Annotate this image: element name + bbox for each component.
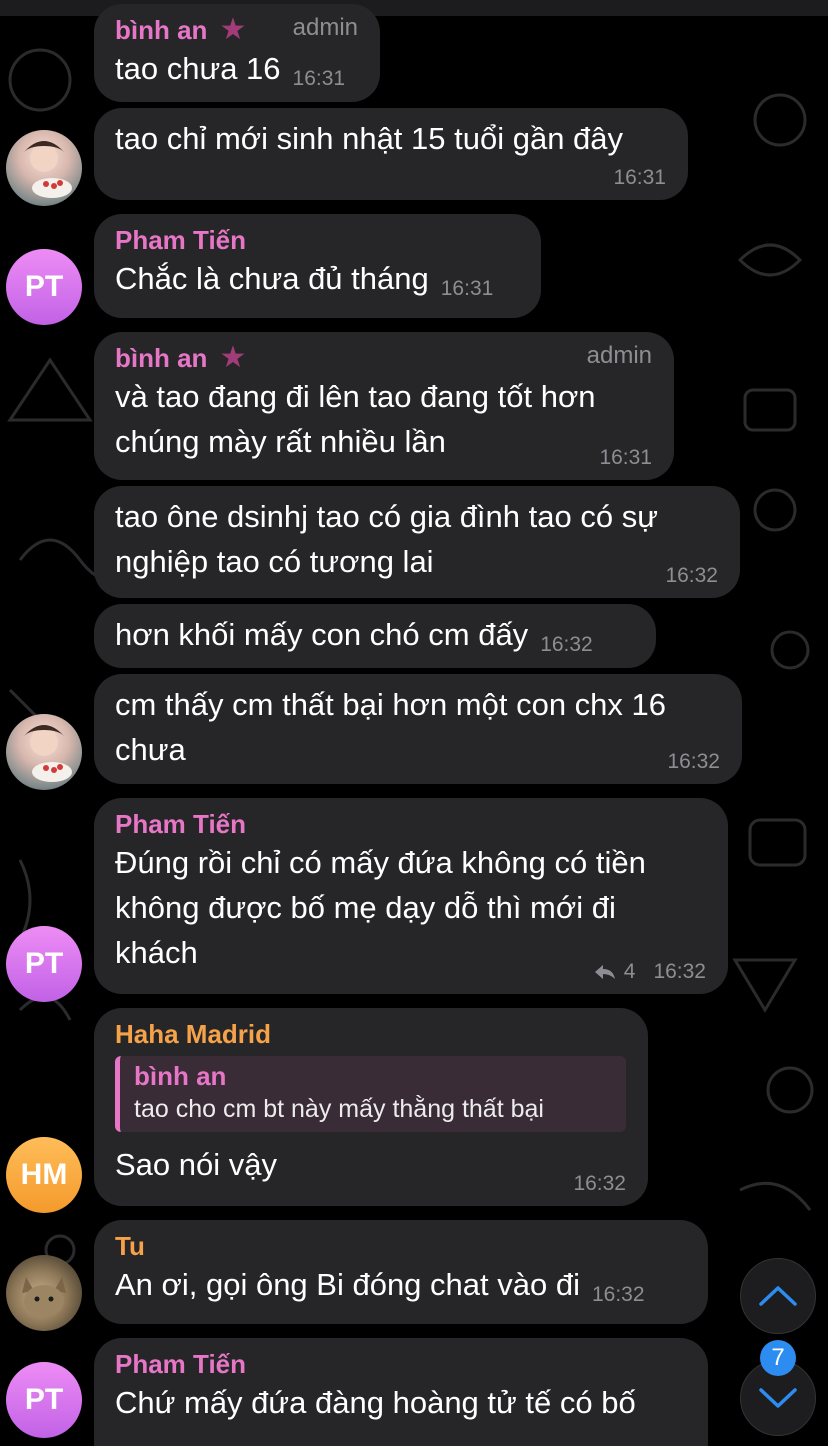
message-text-line: Đúng rồi chỉ có mấy đứa không có tiền xyxy=(115,845,646,880)
message-bubble[interactable]: tao chỉ mới sinh nhật 15 tuổi gần đây 16… xyxy=(94,108,688,200)
cat-photo-icon xyxy=(22,1277,66,1317)
message-bubble[interactable]: hơn khối mấy con chó cm đấy 16:32 xyxy=(94,604,656,668)
star-icon: ★ xyxy=(219,13,247,46)
message-text-line: chúng mày rất nhiều lần xyxy=(115,424,446,459)
message-time: 16:32 xyxy=(667,750,720,773)
message-time: 16:31 xyxy=(613,166,666,189)
message-text-line: nghiệp tao có tương lai xyxy=(115,544,434,579)
message-bubble[interactable]: Tu An ơi, gọi ông Bi đóng chat vào đi 16:… xyxy=(94,1220,708,1324)
message-bubble[interactable]: Pham Tiến Chứ mấy đứa đàng hoàng tử tế c… xyxy=(94,1338,708,1446)
quote-sender: bình an xyxy=(134,1061,227,1091)
message-time: 16:31 xyxy=(599,446,652,469)
sender-name[interactable]: bình an ★ xyxy=(115,342,652,374)
sender-name[interactable]: Pham Tiến xyxy=(115,224,519,256)
user-avatar-photo[interactable] xyxy=(6,1255,82,1331)
admin-role-label: admin xyxy=(292,14,358,41)
message-time: 16:32 xyxy=(653,960,706,983)
sender-name[interactable]: Tu xyxy=(115,1230,686,1262)
person-photo-icon xyxy=(24,141,72,198)
quote-text: tao cho cm bt này mấy thằng thất bại xyxy=(134,1095,544,1123)
sender-name[interactable]: Haha Madrid xyxy=(115,1018,626,1050)
user-avatar-photo[interactable] xyxy=(6,130,82,206)
message-bubble[interactable]: Haha Madrid bình an tao cho cm bt này mấ… xyxy=(94,1008,648,1206)
scroll-up-button[interactable] xyxy=(740,1258,816,1334)
message-bubble[interactable]: Pham Tiến Đúng rồi chỉ có mấy đứa không … xyxy=(94,798,728,994)
message-text: Chắc là chưa đủ tháng xyxy=(115,261,429,296)
message-bubble[interactable]: bình an ★ admin tao chưa 16 16:31 xyxy=(94,4,380,102)
message-time: 16:32 xyxy=(591,1283,645,1306)
user-avatar-initials[interactable]: PT xyxy=(6,926,82,1002)
message-bubble[interactable]: bình an ★ admin và tao đang đi lên tao đ… xyxy=(94,332,674,480)
message-bubble[interactable]: tao ône dsinhj tao có gia đình tao có sự… xyxy=(94,486,740,598)
message-text-line: tao ône dsinhj tao có gia đình tao có sự xyxy=(115,499,658,534)
message-text-line: không được bố mẹ dạy dỗ thì mới đi xyxy=(115,890,616,925)
message-text: tao chỉ mới sinh nhật 15 tuổi gần đây xyxy=(115,121,624,156)
message-time: 16:32 xyxy=(665,564,718,587)
message-text-line: chưa xyxy=(115,732,186,767)
message-text: tao chưa 16 xyxy=(115,51,281,86)
chevron-down-icon xyxy=(759,1388,797,1408)
message-time: 16:32 xyxy=(573,1172,626,1195)
message-text-line: cm thấy cm thất bại hơn một con chx 16 xyxy=(115,687,667,722)
reply-arrow-icon xyxy=(594,965,615,979)
user-avatar-initials[interactable]: PT xyxy=(6,249,82,325)
message-text: An ơi, gọi ông Bi đóng chat vào đi xyxy=(115,1267,580,1302)
star-icon: ★ xyxy=(219,341,247,374)
user-avatar-initials[interactable]: PT xyxy=(6,1362,82,1438)
message-text: Sao nói vậy xyxy=(115,1147,277,1182)
unread-count-badge: 7 xyxy=(760,1340,796,1376)
message-bubble[interactable]: Pham Tiến Chắc là chưa đủ tháng 16:31 xyxy=(94,214,541,318)
person-photo-icon xyxy=(24,725,72,782)
message-text: Chứ mấy đứa đàng hoàng tử tế có bố xyxy=(115,1385,636,1420)
user-avatar-initials[interactable]: HM xyxy=(6,1137,82,1213)
sender-name[interactable]: Pham Tiến xyxy=(115,808,706,840)
admin-role-label: admin xyxy=(586,342,652,369)
user-avatar-photo[interactable] xyxy=(6,714,82,790)
message-text: hơn khối mấy con chó cm đấy xyxy=(115,617,529,652)
message-text-line: và tao đang đi lên tao đang tốt hơn xyxy=(115,379,596,414)
message-bubble[interactable]: cm thấy cm thất bại hơn một con chx 16 c… xyxy=(94,674,742,784)
quoted-reply[interactable]: bình an tao cho cm bt này mấy thằng thất… xyxy=(115,1056,626,1132)
message-time: 16:31 xyxy=(292,67,346,90)
reply-count[interactable]: 4 16:32 xyxy=(594,960,706,984)
message-time: 16:32 xyxy=(540,633,593,656)
message-time: 16:31 xyxy=(440,277,494,300)
chevron-up-icon xyxy=(759,1286,797,1306)
sender-name[interactable]: Pham Tiến xyxy=(115,1348,686,1380)
